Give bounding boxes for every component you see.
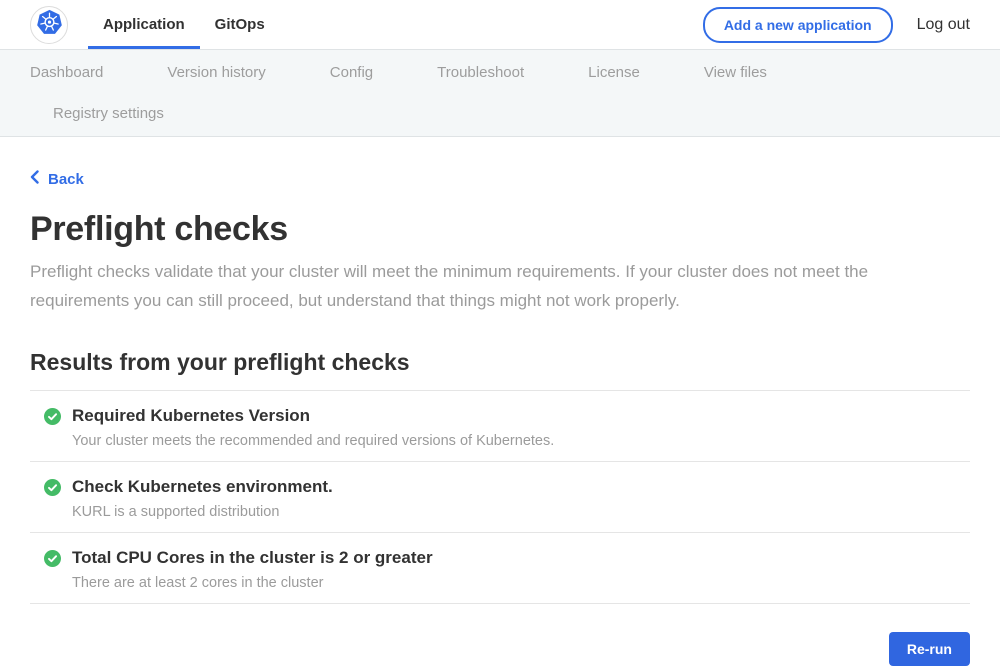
top-header: Application GitOps Add a new application…	[0, 0, 1000, 50]
logout-link[interactable]: Log out	[917, 16, 970, 34]
rerun-button[interactable]: Re-run	[889, 632, 970, 666]
preflight-check-row: Required Kubernetes Version Your cluster…	[30, 391, 970, 462]
subnav-item-view-files[interactable]: View files	[704, 52, 767, 93]
main-content: Back Preflight checks Preflight checks v…	[0, 137, 1000, 666]
tab-application-label: Application	[103, 16, 185, 33]
tab-application[interactable]: Application	[88, 0, 200, 49]
check-title: Total CPU Cores in the cluster is 2 or g…	[72, 548, 433, 568]
primary-tabs: Application GitOps	[88, 0, 280, 49]
subnav-item-troubleshoot[interactable]: Troubleshoot	[437, 52, 524, 93]
subnav-item-dashboard[interactable]: Dashboard	[30, 52, 103, 93]
add-application-button[interactable]: Add a new application	[703, 7, 893, 43]
check-text: Total CPU Cores in the cluster is 2 or g…	[72, 548, 433, 591]
back-link[interactable]: Back	[30, 170, 84, 188]
check-title: Required Kubernetes Version	[72, 406, 554, 426]
results-heading: Results from your preflight checks	[30, 349, 970, 376]
app-logo[interactable]	[30, 6, 68, 44]
footer-actions: Re-run	[30, 632, 970, 666]
check-text: Check Kubernetes environment. KURL is a …	[72, 477, 333, 520]
page-description: Preflight checks validate that your clus…	[30, 257, 950, 315]
subnav-item-version-history[interactable]: Version history	[167, 52, 265, 93]
check-message: KURL is a supported distribution	[72, 504, 333, 520]
app-subnav: Dashboard Version history Config Trouble…	[0, 50, 1000, 137]
tab-gitops-label: GitOps	[215, 16, 265, 33]
check-text: Required Kubernetes Version Your cluster…	[72, 406, 554, 449]
preflight-check-row: Check Kubernetes environment. KURL is a …	[30, 462, 970, 533]
check-title: Check Kubernetes environment.	[72, 477, 333, 497]
check-circle-icon	[44, 550, 61, 591]
header-actions: Add a new application Log out	[703, 0, 970, 49]
preflight-results-list: Required Kubernetes Version Your cluster…	[30, 390, 970, 604]
check-message: Your cluster meets the recommended and r…	[72, 433, 554, 449]
check-circle-icon	[44, 408, 61, 449]
kubernetes-icon	[36, 9, 63, 41]
check-message: There are at least 2 cores in the cluste…	[72, 575, 433, 591]
subnav-item-registry-settings[interactable]: Registry settings	[53, 93, 164, 134]
preflight-check-row: Total CPU Cores in the cluster is 2 or g…	[30, 533, 970, 604]
page-title: Preflight checks	[30, 210, 970, 249]
back-link-label: Back	[48, 171, 84, 188]
subnav-item-license[interactable]: License	[588, 52, 640, 93]
subnav-item-config[interactable]: Config	[330, 52, 373, 93]
chevron-left-icon	[30, 170, 39, 188]
check-circle-icon	[44, 479, 61, 520]
tab-gitops[interactable]: GitOps	[200, 0, 280, 49]
